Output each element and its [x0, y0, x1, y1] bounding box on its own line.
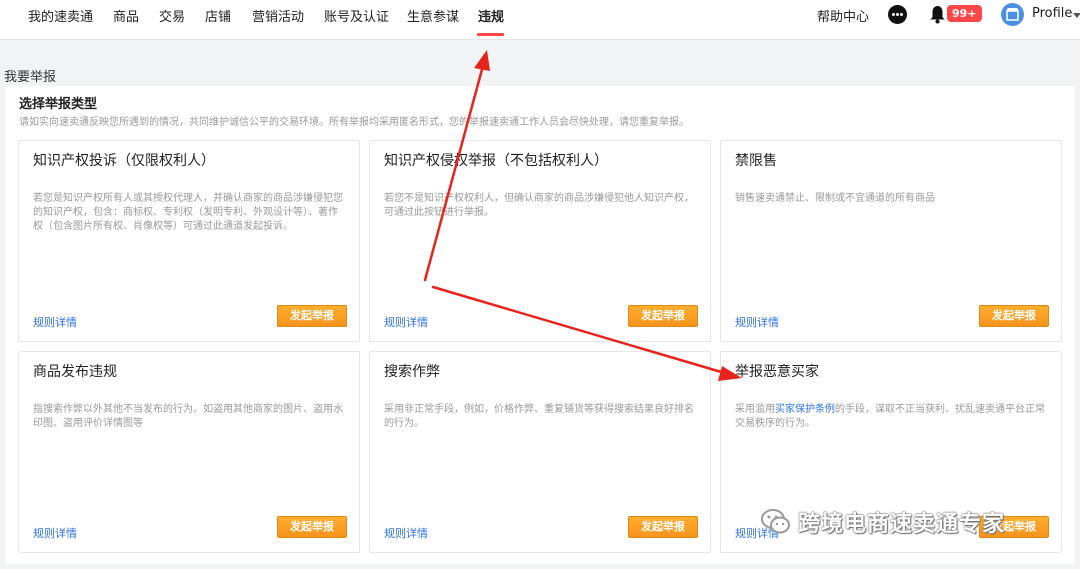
- store-avatar[interactable]: [1001, 3, 1024, 26]
- card-description: 销售速卖通禁止、限制或不宜通道的所有商品: [735, 193, 935, 204]
- card-title: 商品发布违规: [33, 364, 117, 380]
- card-listing-violation: 商品发布违规 指搜索作弊以外其他不当发布的行为。如盗用其他商家的图片、盗用水印图…: [18, 351, 360, 553]
- card-ip-complaint: 知识产权投诉（仅限权利人） 若您是知识产权所有人或其授权代理人，并确认商家的商品…: [18, 140, 360, 342]
- card-title: 举报恶意买家: [735, 364, 819, 380]
- active-tab-indicator: [477, 33, 504, 36]
- card-search-cheating: 搜索作弊 采用非正常手段，例如，价格作弊、重复铺货等获得搜索结果良好排名的行为。…: [369, 351, 711, 553]
- nav-item-orders[interactable]: 交易: [159, 6, 185, 25]
- card-title: 知识产权侵权举报（不包括权利人）: [384, 153, 608, 169]
- section-description: 请如实向速卖通反映您所遇到的情况，共同维护诚信公平的交易环境。所有举报均采用匿名…: [19, 117, 689, 128]
- card-description: 指搜索作弊以外其他不当发布的行为。如盗用其他商家的图片、盗用水印图、盗用评价详情…: [33, 404, 343, 429]
- wechat-icon: [761, 509, 790, 534]
- rules-detail-link[interactable]: 规则详情: [735, 314, 779, 330]
- submit-report-button[interactable]: 发起举报: [277, 305, 347, 327]
- help-center-link[interactable]: 帮助中心: [817, 6, 869, 25]
- rules-detail-link[interactable]: 规则详情: [384, 314, 428, 330]
- nav-item-store[interactable]: 店铺: [205, 6, 231, 25]
- rules-detail-link[interactable]: 规则详情: [33, 525, 77, 541]
- chevron-down-icon[interactable]: [1073, 13, 1080, 18]
- nav-item-my-aliexpress[interactable]: 我的速卖通: [28, 6, 93, 25]
- nav-item-marketing[interactable]: 营销活动: [252, 6, 304, 25]
- top-navigation: 我的速卖通 商品 交易 店铺 营销活动 账号及认证 生意参谋 违规 帮助中心 9…: [0, 0, 1080, 40]
- watermark-text: 跨境电商速卖通专家: [798, 512, 1006, 537]
- submit-report-button[interactable]: 发起举报: [628, 516, 698, 538]
- submit-report-button[interactable]: 发起举报: [628, 305, 698, 327]
- card-ip-infringement: 知识产权侵权举报（不包括权利人） 若您不是知识产权权利人，但确认商家的商品涉嫌侵…: [369, 140, 711, 342]
- nav-item-violations[interactable]: 违规: [478, 6, 504, 25]
- nav-item-business-advisor[interactable]: 生意参谋: [407, 6, 459, 25]
- section-title: 选择举报类型: [19, 97, 98, 112]
- card-title: 搜索作弊: [384, 364, 440, 380]
- desc-text: 采用滥用: [735, 404, 775, 415]
- chat-icon[interactable]: [888, 5, 907, 24]
- submit-report-button[interactable]: 发起举报: [979, 305, 1049, 327]
- card-description: 若您不是知识产权权利人，但确认商家的商品涉嫌侵犯他人知识产权，可通过此按钮进行举…: [384, 193, 694, 218]
- card-description: 采用非正常手段，例如，价格作弊、重复铺货等获得搜索结果良好排名的行为。: [384, 404, 694, 429]
- card-prohibited-items: 禁限售 销售速卖通禁止、限制或不宜通道的所有商品 规则详情 发起举报: [720, 140, 1062, 342]
- rules-detail-link[interactable]: 规则详情: [384, 525, 428, 541]
- card-title: 知识产权投诉（仅限权利人）: [33, 153, 215, 169]
- rules-detail-link[interactable]: 规则详情: [33, 314, 77, 330]
- notification-badge: 99+: [947, 5, 982, 22]
- store-icon: [1006, 8, 1019, 21]
- watermark: 跨境电商速卖通专家: [760, 505, 1005, 539]
- buyer-protection-link[interactable]: 买家保护条例: [775, 404, 835, 415]
- nav-item-account[interactable]: 账号及认证: [324, 6, 389, 25]
- profile-label[interactable]: Profile: [1032, 6, 1072, 21]
- arrowhead-up: [474, 50, 490, 71]
- nav-item-products[interactable]: 商品: [113, 6, 139, 25]
- submit-report-button[interactable]: 发起举报: [277, 516, 347, 538]
- page-title: 我要举报: [4, 70, 57, 85]
- card-title: 禁限售: [735, 153, 777, 169]
- bell-icon[interactable]: [929, 5, 946, 24]
- card-description: 若您是知识产权所有人或其授权代理人，并确认商家的商品涉嫌侵犯您的知识产权，包含：…: [33, 193, 343, 232]
- card-description: 采用滥用买家保护条例的手段，谋取不正当获利、扰乱速卖通平台正常交易秩序的行为。: [735, 403, 1049, 431]
